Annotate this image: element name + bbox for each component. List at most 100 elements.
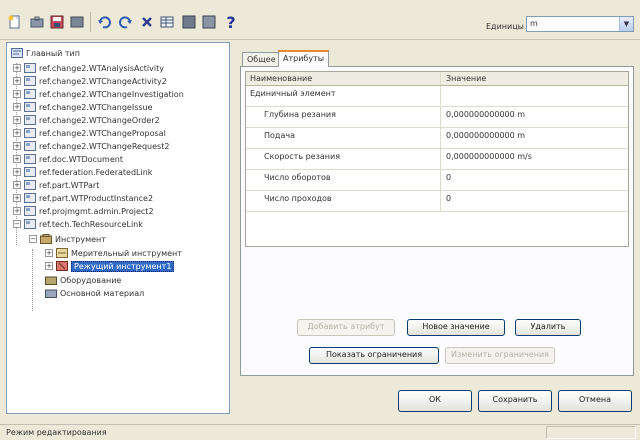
- tree-item-label: ref.change2.WTChangeActivity2: [39, 76, 167, 86]
- expand-icon[interactable]: +: [13, 103, 21, 111]
- tree-item[interactable]: + ref.doc.WTDocument: [13, 153, 123, 165]
- cell-value[interactable]: 0,000000000000 m: [446, 131, 525, 140]
- ok-button[interactable]: ОК: [398, 390, 472, 412]
- tree-item-label: ref.federation.FederatedLink: [39, 167, 153, 177]
- undo-icon[interactable]: [96, 13, 114, 31]
- tree-item-label: Оборудование: [60, 275, 122, 285]
- tree-item[interactable]: Основной материал: [45, 287, 144, 299]
- cell-value[interactable]: 0: [446, 173, 451, 182]
- tree-item[interactable]: + ref.change2.WTChangeInvestigation: [13, 88, 184, 100]
- expand-icon[interactable]: +: [13, 168, 21, 176]
- toolbox-icon[interactable]: [28, 13, 46, 31]
- status-pane: [546, 426, 636, 439]
- units-select[interactable]: m ▼: [526, 16, 634, 32]
- tree-group[interactable]: − Инструмент: [29, 233, 106, 245]
- type-node-icon: [24, 141, 36, 151]
- expand-icon[interactable]: +: [13, 129, 21, 137]
- cell-name: Глубина резания: [264, 110, 336, 119]
- cell-value[interactable]: 0,000000000000 m/s: [446, 152, 532, 161]
- tree-item[interactable]: + ref.federation.FederatedLink: [13, 166, 152, 178]
- column-divider: [440, 86, 441, 106]
- change-constraints-button[interactable]: Изменить ограничения: [445, 347, 555, 364]
- add-attribute-button[interactable]: Добавить атрибут: [297, 319, 395, 336]
- tree-item[interactable]: + ref.change2.WTChangeActivity2: [13, 75, 167, 87]
- tree-item-label: ref.change2.WTChangeInvestigation: [39, 89, 184, 99]
- cancel-button[interactable]: Отмена: [558, 390, 632, 412]
- tree-item[interactable]: + ref.change2.WTChangeRequest2: [13, 140, 169, 152]
- material-icon: [45, 289, 57, 298]
- remove-button[interactable]: Удалить: [515, 319, 581, 336]
- grid-icon[interactable]: [180, 13, 198, 31]
- tree-item[interactable]: + ref.change2.WTChangeOrder2: [13, 114, 160, 126]
- tree-item[interactable]: + ref.change2.WTAnalysisActivity: [13, 62, 164, 74]
- properties-panel: Общее Атрибуты Наименование Значение Еди…: [236, 42, 634, 376]
- expand-icon[interactable]: +: [45, 249, 53, 257]
- sheet-icon[interactable]: [68, 13, 86, 31]
- expand-icon[interactable]: +: [13, 155, 21, 163]
- window: ? Единицы m ▼ Главный тип + ref.change2.W…: [0, 0, 640, 440]
- tree-item-label: Основной материал: [60, 288, 145, 298]
- type-node-icon: [24, 219, 36, 229]
- collapse-icon[interactable]: −: [13, 220, 21, 228]
- table-icon[interactable]: [158, 13, 176, 31]
- tree-root[interactable]: Главный тип: [11, 47, 80, 59]
- collapse-icon[interactable]: −: [29, 235, 37, 243]
- column-header-name[interactable]: Наименование: [250, 74, 312, 83]
- cell-name: Число оборотов: [264, 173, 331, 182]
- table-row[interactable]: Число проходов 0: [246, 191, 628, 212]
- redo-icon[interactable]: [116, 13, 134, 31]
- type-tree[interactable]: Главный тип + ref.change2.WTAnalysisActiv…: [6, 42, 230, 414]
- delete-icon[interactable]: [138, 13, 156, 31]
- save-button[interactable]: Сохранить: [478, 390, 552, 412]
- table-header: Наименование Значение: [246, 72, 628, 86]
- new-value-button[interactable]: Новое значение: [407, 319, 505, 336]
- type-node-icon: [24, 76, 36, 86]
- column-divider: [440, 170, 441, 190]
- expand-icon[interactable]: +: [13, 77, 21, 85]
- expand-icon[interactable]: +: [45, 262, 53, 270]
- tab-general[interactable]: Общее: [242, 52, 281, 66]
- expand-icon[interactable]: +: [13, 181, 21, 189]
- table-row[interactable]: Число оборотов 0: [246, 170, 628, 191]
- expand-icon[interactable]: +: [13, 142, 21, 150]
- cell-name: Единичный элемент: [250, 89, 336, 98]
- table-row[interactable]: Глубина резания 0,000000000000 m: [246, 107, 628, 128]
- expand-icon[interactable]: +: [13, 194, 21, 202]
- save-icon[interactable]: [48, 13, 66, 31]
- type-node-icon: [24, 63, 36, 73]
- table-row[interactable]: Единичный элемент: [246, 86, 628, 107]
- units-label: Единицы: [486, 22, 524, 31]
- tree-item[interactable]: + ref.change2.WTChangeProposal: [13, 127, 166, 139]
- cell-value[interactable]: 0,000000000000 m: [446, 110, 525, 119]
- cutting-tool-icon: [56, 261, 68, 271]
- grid-alt-icon[interactable]: [200, 13, 218, 31]
- tool-group-icon: [40, 234, 52, 244]
- cell-value[interactable]: 0: [446, 194, 451, 203]
- tree-item-selected[interactable]: + Режущий инструмент1: [45, 260, 175, 272]
- expand-icon[interactable]: +: [13, 116, 21, 124]
- cell-name: Скорость резания: [264, 152, 340, 161]
- tree-item[interactable]: + ref.change2.WTChangeIssue: [13, 101, 153, 113]
- table-row[interactable]: Скорость резания 0,000000000000 m/s: [246, 149, 628, 170]
- expand-icon[interactable]: +: [13, 64, 21, 72]
- expand-icon[interactable]: +: [13, 207, 21, 215]
- help-glyph: ?: [226, 12, 236, 32]
- tree-item[interactable]: − ref.tech.TechResourceLink: [13, 218, 143, 230]
- tree-item[interactable]: + ref.projmgmt.admin.Project2: [13, 205, 154, 217]
- expand-icon[interactable]: +: [13, 90, 21, 98]
- tab-attributes[interactable]: Атрибуты: [278, 50, 330, 67]
- new-icon[interactable]: [6, 13, 24, 31]
- help-icon[interactable]: ?: [222, 12, 240, 32]
- tree-item-label: ref.doc.WTDocument: [39, 154, 123, 164]
- column-header-value[interactable]: Значение: [446, 74, 486, 83]
- table-row[interactable]: Подача 0,000000000000 m: [246, 128, 628, 149]
- show-constraints-button[interactable]: Показать ограничения: [309, 347, 439, 364]
- toolbar: ? Единицы m ▼: [0, 0, 640, 40]
- tree-item[interactable]: + ref.part.WTPart: [13, 179, 99, 191]
- chevron-down-icon[interactable]: ▼: [619, 17, 633, 31]
- tree-item-label: ref.change2.WTChangeRequest2: [39, 141, 170, 151]
- tree-item[interactable]: + ref.part.WTProductInstance2: [13, 192, 153, 204]
- tree-item[interactable]: Оборудование: [45, 274, 121, 286]
- tree-item[interactable]: + Мерительный инструмент: [45, 247, 182, 259]
- column-divider: [440, 107, 441, 127]
